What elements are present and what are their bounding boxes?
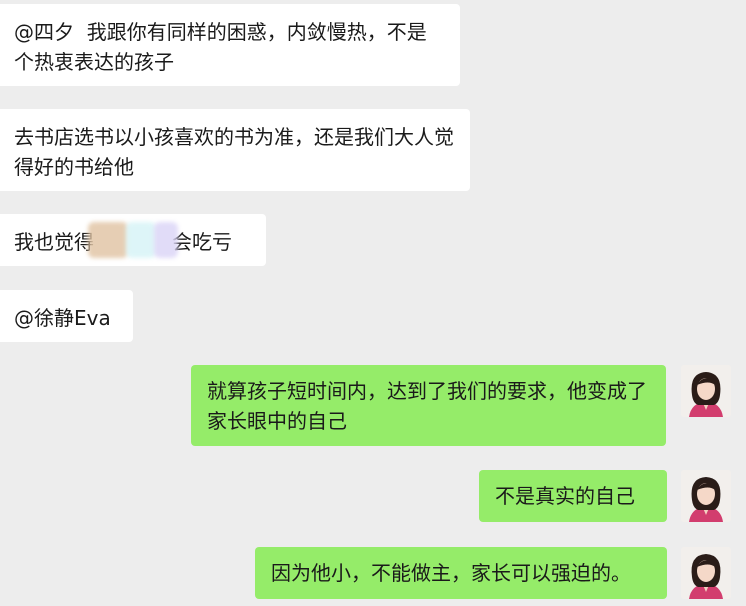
- incoming-message-1[interactable]: @四夕 我跟你有同样的困惑，内敛慢热，不是个热衷表达的孩子: [0, 4, 460, 86]
- avatar-portrait-icon: [681, 470, 731, 522]
- redaction-blur-2: [126, 222, 156, 258]
- incoming-message-2[interactable]: 去书店选书以小孩喜欢的书为准，还是我们大人觉得好的书给他: [0, 109, 470, 191]
- avatar-portrait-icon: [681, 547, 731, 599]
- outgoing-message-2[interactable]: 不是真实的自己: [479, 470, 667, 522]
- message-text-after: 会吃亏: [172, 230, 232, 254]
- user-avatar-1[interactable]: [681, 365, 731, 417]
- message-text-before: 我也觉得: [14, 230, 94, 254]
- user-avatar-2[interactable]: [681, 470, 731, 522]
- outgoing-message-3[interactable]: 因为他小，不能做主，家长可以强迫的。: [255, 547, 667, 599]
- incoming-message-4[interactable]: @徐静Eva: [0, 290, 133, 342]
- user-avatar-3[interactable]: [681, 547, 731, 599]
- outgoing-message-1[interactable]: 就算孩子短时间内，达到了我们的要求，他变成了家长眼中的自己: [191, 365, 666, 446]
- redaction-blur-3: [154, 222, 178, 258]
- avatar-portrait-icon: [681, 365, 731, 417]
- redaction-blur-1: [88, 222, 128, 258]
